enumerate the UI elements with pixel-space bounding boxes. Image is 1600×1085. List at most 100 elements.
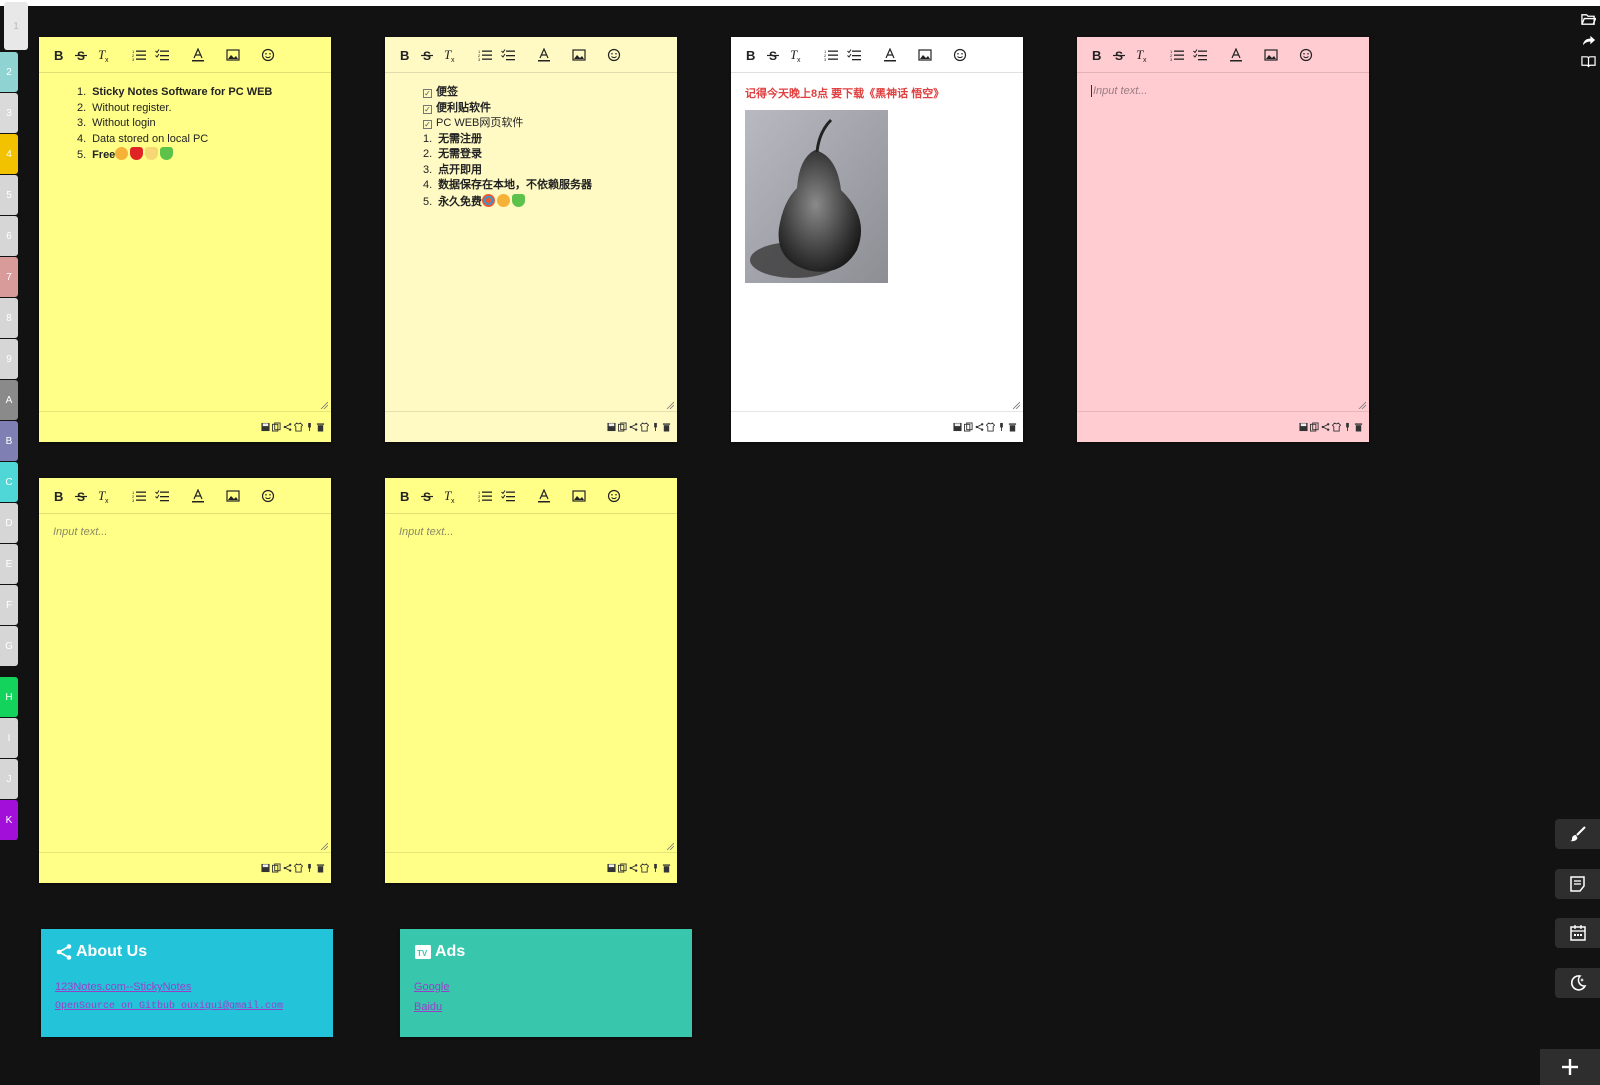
tab-6[interactable]: 6 bbox=[0, 216, 18, 256]
emoji-icon[interactable] bbox=[605, 487, 623, 505]
resize-handle-icon[interactable] bbox=[666, 401, 674, 409]
image-icon[interactable] bbox=[570, 46, 588, 64]
copy-icon[interactable] bbox=[271, 421, 281, 432]
font-color-icon[interactable] bbox=[189, 487, 207, 505]
note-body[interactable]: ✓ 便签 ✓ 便利贴软件 ✓ PC WEB网页软件 1. 无需注册 2. 无需登录 3… bbox=[385, 73, 677, 409]
bold-icon[interactable]: B bbox=[395, 46, 413, 64]
sticky-note[interactable]: B S Tx 123 1. Sticky Notes Software for … bbox=[39, 37, 331, 442]
tab-a[interactable]: A bbox=[0, 380, 18, 420]
bold-icon[interactable]: B bbox=[49, 487, 67, 505]
bold-icon[interactable]: B bbox=[1087, 46, 1105, 64]
clear-format-icon[interactable]: Tx bbox=[95, 487, 113, 505]
calendar-button[interactable] bbox=[1555, 918, 1600, 948]
share-icon[interactable] bbox=[282, 862, 292, 873]
image-icon[interactable] bbox=[224, 46, 242, 64]
bold-icon[interactable]: B bbox=[49, 46, 67, 64]
ads-link-baidu[interactable]: Baidu bbox=[414, 997, 678, 1017]
color-icon[interactable] bbox=[1331, 421, 1341, 432]
copy-icon[interactable] bbox=[963, 421, 973, 432]
strikethrough-icon[interactable]: S bbox=[418, 487, 436, 505]
checkbox-icon[interactable]: ✓ bbox=[423, 89, 432, 98]
tab-2[interactable]: 2 bbox=[0, 52, 18, 92]
font-color-icon[interactable] bbox=[535, 46, 553, 64]
ordered-list-icon[interactable]: 123 bbox=[1168, 46, 1186, 64]
delete-icon[interactable] bbox=[1353, 421, 1363, 432]
sticky-note[interactable]: B S Tx 123 记得今天晚上8点 要下载《黑神话 悟空》 bbox=[731, 37, 1023, 442]
bold-icon[interactable]: B bbox=[395, 487, 413, 505]
resize-handle-icon[interactable] bbox=[666, 842, 674, 850]
about-link-github[interactable]: OpenSource on Gitbub ouxigui@gmail.com bbox=[55, 997, 319, 1017]
color-icon[interactable] bbox=[293, 862, 303, 873]
font-color-icon[interactable] bbox=[189, 46, 207, 64]
checklist-icon[interactable] bbox=[499, 46, 517, 64]
sticky-note[interactable]: B S Tx 123 ✓ 便签 ✓ 便利贴软件 ✓ PC WEB网页软件 1. 无需注… bbox=[385, 37, 677, 442]
share-icon[interactable] bbox=[628, 862, 638, 873]
emoji-icon[interactable] bbox=[951, 46, 969, 64]
strikethrough-icon[interactable]: S bbox=[72, 46, 90, 64]
tab-f[interactable]: F bbox=[0, 585, 18, 625]
delete-icon[interactable] bbox=[1007, 421, 1017, 432]
strikethrough-icon[interactable]: S bbox=[764, 46, 782, 64]
copy-icon[interactable] bbox=[617, 421, 627, 432]
add-note-button[interactable] bbox=[1540, 1049, 1600, 1085]
resize-handle-icon[interactable] bbox=[1358, 401, 1366, 409]
save-icon[interactable] bbox=[606, 862, 616, 873]
share-icon[interactable] bbox=[282, 421, 292, 432]
checklist-icon[interactable] bbox=[153, 487, 171, 505]
book-icon[interactable] bbox=[1579, 52, 1597, 70]
clear-format-icon[interactable]: Tx bbox=[441, 487, 459, 505]
font-color-icon[interactable] bbox=[1227, 46, 1245, 64]
tab-3[interactable]: 3 bbox=[0, 93, 18, 133]
color-icon[interactable] bbox=[293, 421, 303, 432]
copy-icon[interactable] bbox=[1309, 421, 1319, 432]
tab-7[interactable]: 7 bbox=[0, 257, 18, 297]
note-body[interactable]: 记得今天晚上8点 要下载《黑神话 悟空》 bbox=[731, 73, 1023, 409]
image-icon[interactable] bbox=[224, 487, 242, 505]
delete-icon[interactable] bbox=[315, 421, 325, 432]
emoji-icon[interactable] bbox=[259, 46, 277, 64]
brush-button[interactable] bbox=[1555, 819, 1600, 849]
pin-icon[interactable] bbox=[650, 421, 660, 432]
resize-handle-icon[interactable] bbox=[320, 401, 328, 409]
save-icon[interactable] bbox=[952, 421, 962, 432]
color-icon[interactable] bbox=[985, 421, 995, 432]
ordered-list-icon[interactable]: 123 bbox=[130, 46, 148, 64]
ordered-list-icon[interactable]: 123 bbox=[822, 46, 840, 64]
emoji-icon[interactable] bbox=[259, 487, 277, 505]
delete-icon[interactable] bbox=[661, 421, 671, 432]
tab-e[interactable]: E bbox=[0, 544, 18, 584]
resize-handle-icon[interactable] bbox=[320, 842, 328, 850]
pin-icon[interactable] bbox=[304, 862, 314, 873]
pin-icon[interactable] bbox=[650, 862, 660, 873]
tab-h[interactable]: H bbox=[0, 677, 18, 717]
about-link-123notes[interactable]: 123Notes.com--StickyNotes bbox=[55, 977, 319, 997]
strikethrough-icon[interactable]: S bbox=[418, 46, 436, 64]
clear-format-icon[interactable]: Tx bbox=[787, 46, 805, 64]
checklist-icon[interactable] bbox=[153, 46, 171, 64]
sticky-note[interactable]: B S Tx 123 Input text... bbox=[1077, 37, 1369, 442]
resize-handle-icon[interactable] bbox=[1012, 401, 1020, 409]
tab-4[interactable]: 4 bbox=[0, 134, 18, 174]
font-color-icon[interactable] bbox=[535, 487, 553, 505]
copy-icon[interactable] bbox=[271, 862, 281, 873]
tab-i[interactable]: I bbox=[0, 718, 18, 758]
pin-icon[interactable] bbox=[304, 421, 314, 432]
tab-9[interactable]: 9 bbox=[0, 339, 18, 379]
copy-icon[interactable] bbox=[617, 862, 627, 873]
clear-format-icon[interactable]: Tx bbox=[95, 46, 113, 64]
color-icon[interactable] bbox=[639, 862, 649, 873]
color-icon[interactable] bbox=[639, 421, 649, 432]
emoji-icon[interactable] bbox=[605, 46, 623, 64]
tab-5[interactable]: 5 bbox=[0, 175, 18, 215]
sticky-note[interactable]: B S Tx 123 Input text... bbox=[39, 478, 331, 883]
note-body[interactable]: Input text... bbox=[385, 514, 677, 850]
tab-k[interactable]: K bbox=[0, 800, 18, 840]
image-icon[interactable] bbox=[570, 487, 588, 505]
folder-open-icon[interactable] bbox=[1579, 10, 1597, 28]
strikethrough-icon[interactable]: S bbox=[72, 487, 90, 505]
emoji-icon[interactable] bbox=[1297, 46, 1315, 64]
tab-g[interactable]: G bbox=[0, 626, 18, 666]
notes-button[interactable] bbox=[1555, 869, 1600, 899]
image-icon[interactable] bbox=[916, 46, 934, 64]
share-icon[interactable] bbox=[1320, 421, 1330, 432]
